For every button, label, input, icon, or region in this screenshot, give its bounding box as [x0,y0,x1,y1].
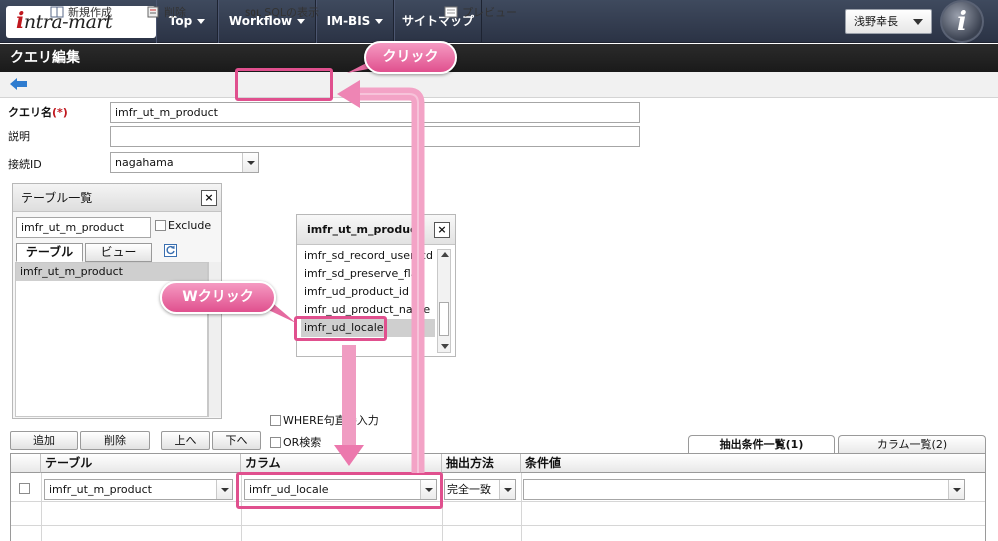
highlight-sql-button [235,68,333,101]
annotation-arrows [258,56,425,473]
arrow-to-sql [355,87,425,473]
arrow-down [342,345,356,445]
callout-double-click: Wクリック [160,281,276,314]
arrow-to-sql-shine [355,93,419,473]
callout-click: クリック [364,41,457,74]
arrow-head-sql [337,80,360,108]
arrow-head-down [334,445,364,466]
